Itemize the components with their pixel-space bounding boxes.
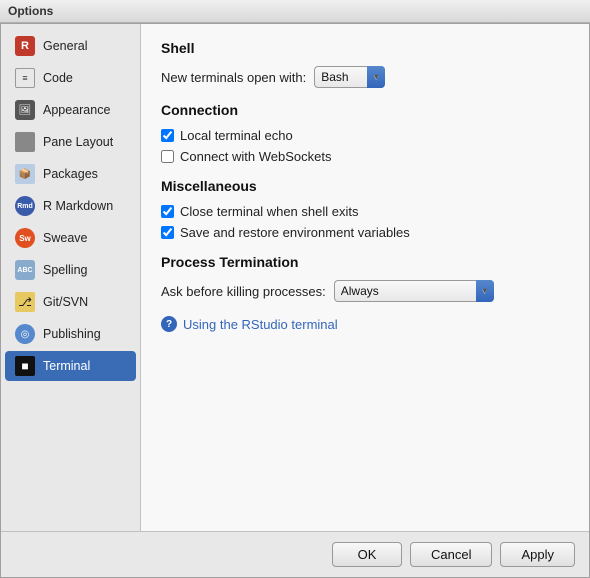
new-terminals-select[interactable]: Bash Zsh sh Fish Default xyxy=(314,66,385,88)
sweave-icon: Sw xyxy=(15,228,35,248)
sidebar-label-publishing: Publishing xyxy=(43,327,101,341)
sidebar: R General ≡ Code 🖼 Appearance Pane Layou… xyxy=(1,24,141,531)
bottom-bar: OK Cancel Apply xyxy=(1,531,589,577)
packages-icon: 📦 xyxy=(15,164,35,184)
websockets-checkbox[interactable] xyxy=(161,150,174,163)
r-markdown-icon: Rmd xyxy=(15,196,35,216)
sidebar-label-sweave: Sweave xyxy=(43,231,87,245)
sidebar-item-r-markdown[interactable]: Rmd R Markdown xyxy=(5,191,136,221)
websockets-row: Connect with WebSockets xyxy=(161,149,569,164)
window-title: Options xyxy=(8,4,53,18)
section-process-termination: Process Termination Ask before killing p… xyxy=(161,254,569,302)
kill-processes-row: Ask before killing processes: Always Nev… xyxy=(161,280,569,302)
publishing-icon: ◎ xyxy=(15,324,35,344)
kill-processes-label: Ask before killing processes: xyxy=(161,284,326,299)
ok-button[interactable]: OK xyxy=(332,542,402,567)
dialog: R General ≡ Code 🖼 Appearance Pane Layou… xyxy=(0,23,590,578)
save-restore-checkbox[interactable] xyxy=(161,226,174,239)
new-terminals-row: New terminals open with: Bash Zsh sh Fis… xyxy=(161,66,569,88)
sidebar-label-terminal: Terminal xyxy=(43,359,90,373)
new-terminals-select-wrapper: Bash Zsh sh Fish Default ▼ xyxy=(314,66,385,88)
cancel-button[interactable]: Cancel xyxy=(410,542,492,567)
close-on-exit-row: Close terminal when shell exits xyxy=(161,204,569,219)
general-icon: R xyxy=(15,36,35,56)
close-on-exit-checkbox[interactable] xyxy=(161,205,174,218)
sidebar-item-appearance[interactable]: 🖼 Appearance xyxy=(5,95,136,125)
apply-button[interactable]: Apply xyxy=(500,542,575,567)
sidebar-item-git-svn[interactable]: ⎇ Git/SVN xyxy=(5,287,136,317)
sidebar-item-sweave[interactable]: Sw Sweave xyxy=(5,223,136,253)
sidebar-label-git-svn: Git/SVN xyxy=(43,295,88,309)
sidebar-label-packages: Packages xyxy=(43,167,98,181)
connection-section-title: Connection xyxy=(161,102,569,118)
save-restore-row: Save and restore environment variables xyxy=(161,225,569,240)
sidebar-label-pane-layout: Pane Layout xyxy=(43,135,113,149)
sidebar-label-spelling: Spelling xyxy=(43,263,87,277)
sidebar-item-packages[interactable]: 📦 Packages xyxy=(5,159,136,189)
kill-processes-select[interactable]: Always Never Ask xyxy=(334,280,494,302)
local-echo-row: Local terminal echo xyxy=(161,128,569,143)
sidebar-label-code: Code xyxy=(43,71,73,85)
sidebar-item-spelling[interactable]: ABC Spelling xyxy=(5,255,136,285)
websockets-label: Connect with WebSockets xyxy=(180,149,332,164)
git-svn-icon: ⎇ xyxy=(15,292,35,312)
local-echo-label: Local terminal echo xyxy=(180,128,293,143)
appearance-icon: 🖼 xyxy=(15,100,35,120)
main-panel: Shell New terminals open with: Bash Zsh … xyxy=(141,24,589,531)
content-area: R General ≡ Code 🖼 Appearance Pane Layou… xyxy=(1,24,589,531)
local-echo-checkbox[interactable] xyxy=(161,129,174,142)
miscellaneous-section-title: Miscellaneous xyxy=(161,178,569,194)
help-link-label: Using the RStudio terminal xyxy=(183,317,338,332)
save-restore-label: Save and restore environment variables xyxy=(180,225,410,240)
new-terminals-label: New terminals open with: xyxy=(161,70,306,85)
sidebar-label-r-markdown: R Markdown xyxy=(43,199,113,213)
kill-processes-select-wrapper: Always Never Ask ▼ xyxy=(334,280,494,302)
window-title-bar: Options xyxy=(0,0,590,23)
sidebar-label-general: General xyxy=(43,39,87,53)
section-miscellaneous: Miscellaneous Close terminal when shell … xyxy=(161,178,569,240)
sidebar-item-terminal[interactable]: ■ Terminal xyxy=(5,351,136,381)
pane-layout-icon xyxy=(15,132,35,152)
section-shell: Shell New terminals open with: Bash Zsh … xyxy=(161,40,569,88)
section-connection: Connection Local terminal echo Connect w… xyxy=(161,102,569,164)
spelling-icon: ABC xyxy=(15,260,35,280)
terminal-icon: ■ xyxy=(15,356,35,376)
help-icon: ? xyxy=(161,316,177,332)
shell-section-title: Shell xyxy=(161,40,569,56)
code-icon: ≡ xyxy=(15,68,35,88)
process-termination-title: Process Termination xyxy=(161,254,569,270)
sidebar-item-general[interactable]: R General xyxy=(5,31,136,61)
sidebar-label-appearance: Appearance xyxy=(43,103,110,117)
sidebar-item-code[interactable]: ≡ Code xyxy=(5,63,136,93)
sidebar-item-pane-layout[interactable]: Pane Layout xyxy=(5,127,136,157)
help-link[interactable]: ? Using the RStudio terminal xyxy=(161,316,569,332)
close-on-exit-label: Close terminal when shell exits xyxy=(180,204,358,219)
sidebar-item-publishing[interactable]: ◎ Publishing xyxy=(5,319,136,349)
